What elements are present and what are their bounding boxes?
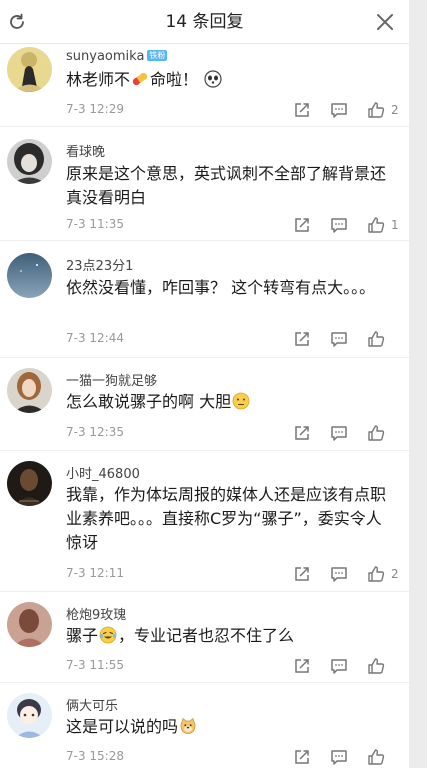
panda-icon [204, 70, 222, 88]
timestamp: 7-3 12:35 [66, 425, 124, 439]
share-icon[interactable] [291, 99, 313, 121]
thumbs-up-icon[interactable] [365, 422, 387, 444]
share-icon[interactable] [291, 563, 313, 585]
share-icon[interactable] [291, 214, 313, 236]
avatar[interactable] [7, 602, 52, 647]
comment-item: 看球晚 原来是这个意思，英式讽刺不全部了解背景还真没看明白 7-3 11:35 … [0, 127, 409, 241]
comment-item: sunyaomika 铁粉 林老师不 命啦！ 7-3 12:29 2 [0, 44, 409, 127]
comment-text: 怎么敢说骡子的啊 大胆 [66, 390, 396, 414]
panel-title: 14 条回复 [165, 12, 244, 32]
like-count: 1 [391, 218, 399, 232]
avatar[interactable] [7, 461, 52, 506]
thumbs-up-icon[interactable] [365, 746, 387, 768]
thumbs-up-icon[interactable] [365, 214, 387, 236]
comment-icon[interactable] [328, 655, 350, 677]
fan-badge: 铁粉 [147, 50, 168, 61]
comment-actions [276, 746, 399, 768]
share-icon[interactable] [291, 655, 313, 677]
timestamp: 7-3 12:29 [66, 102, 124, 116]
pill-icon [131, 70, 149, 88]
comment-actions [276, 328, 399, 350]
timestamp: 7-3 12:11 [66, 566, 124, 580]
comment-icon[interactable] [328, 563, 350, 585]
timestamp: 7-3 12:44 [66, 331, 124, 345]
laughing-tears-icon [99, 626, 117, 644]
thumbs-up-icon[interactable] [365, 328, 387, 350]
comment-icon[interactable] [328, 214, 350, 236]
avatar[interactable] [7, 47, 52, 92]
scrollbar[interactable] [409, 0, 427, 768]
comment-text: 原来是这个意思，英式讽刺不全部了解背景还真没看明白 [66, 164, 387, 207]
comment-icon[interactable] [328, 422, 350, 444]
close-icon[interactable] [375, 12, 395, 32]
username[interactable]: 看球晚 [66, 141, 105, 160]
thumbs-up-icon[interactable] [365, 655, 387, 677]
timestamp: 7-3 11:55 [66, 658, 124, 672]
comment-icon[interactable] [328, 328, 350, 350]
comment-item: 小时_46800 我靠，作为体坛周报的媒体人还是应该有点职业素养吧。。。直接称C… [0, 451, 409, 592]
comment-item: 俩大可乐 这是可以说的吗 7-3 15:28 [0, 683, 409, 768]
thumbs-up-icon[interactable] [365, 99, 387, 121]
username[interactable]: 小时_46800 [66, 463, 140, 482]
avatar[interactable] [7, 253, 52, 298]
like-count: 2 [391, 567, 399, 581]
avatar[interactable] [7, 368, 52, 413]
username[interactable]: sunyaomika 铁粉 [66, 49, 168, 64]
timestamp: 7-3 11:35 [66, 217, 124, 231]
avatar[interactable] [7, 693, 52, 738]
username[interactable]: 枪炮9玫瑰 [66, 604, 126, 623]
username[interactable]: 23点23分1 [66, 255, 133, 274]
share-icon[interactable] [291, 328, 313, 350]
share-icon[interactable] [291, 422, 313, 444]
username[interactable]: 一猫一狗就足够 [66, 370, 157, 389]
thinking-face-icon [232, 392, 250, 410]
username[interactable]: 俩大可乐 [66, 695, 118, 714]
comment-list: sunyaomika 铁粉 林老师不 命啦！ 7-3 12:29 2 看球晚 原来是… [0, 44, 409, 768]
comment-item: 23点23分1 依然没看懂，咋回事？ 这个转弯有点大。。。 7-3 12:44 [0, 241, 409, 358]
comment-text: 这是可以说的吗 [66, 715, 396, 739]
comment-text: 我靠，作为体坛周报的媒体人还是应该有点职业素养吧。。。直接称C罗为“骡子”，委实… [66, 485, 387, 552]
comment-actions [276, 655, 399, 677]
replies-panel: 14 条回复 sunyaomika 铁粉 林老师不 命啦！ 7-3 12:29 2 [0, 0, 409, 768]
comment-text: 依然没看懂，咋回事？ 这个转弯有点大。。。 [66, 278, 376, 297]
comment-item: 枪炮9玫瑰 骡子 ，专业记者也忍不住了么 7-3 11:55 [0, 592, 409, 683]
avatar[interactable] [7, 139, 52, 184]
share-icon[interactable] [291, 746, 313, 768]
doge-icon [179, 717, 197, 735]
panel-header: 14 条回复 [0, 0, 409, 44]
comment-actions: 2 [276, 99, 399, 121]
comment-text: 林老师不 命啦！ [66, 68, 396, 92]
comment-actions: 1 [276, 214, 399, 236]
comment-text: 骡子 ，专业记者也忍不住了么 [66, 626, 295, 645]
comment-actions [276, 422, 399, 444]
like-count: 2 [391, 103, 399, 117]
thumbs-up-icon[interactable] [365, 563, 387, 585]
comment-item: 一猫一狗就足够 怎么敢说骡子的啊 大胆 7-3 12:35 [0, 358, 409, 451]
comment-icon[interactable] [328, 99, 350, 121]
comment-icon[interactable] [328, 746, 350, 768]
timestamp: 7-3 15:28 [66, 749, 124, 763]
comment-actions: 2 [276, 563, 399, 585]
